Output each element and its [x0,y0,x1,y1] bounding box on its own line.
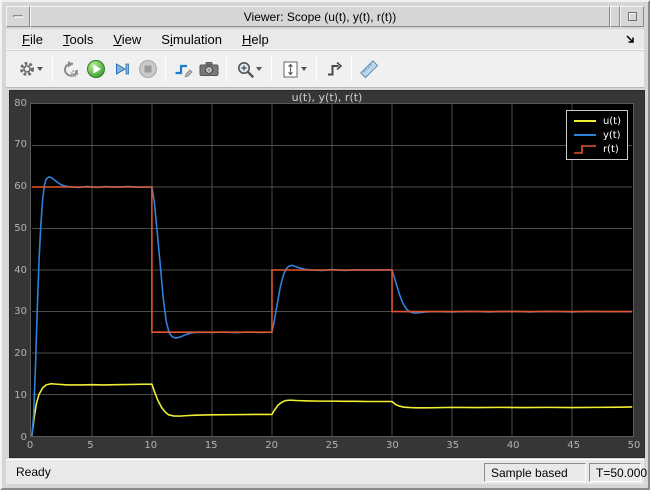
scope-display: u(t), y(t), r(t) 0 10 20 30 40 50 60 70 80 0 5 10 1… [9,90,645,458]
status-bar: Ready Sample based T=50.000 [6,459,647,484]
legend-item: u(t) [573,114,621,128]
maximize-icon [627,12,637,21]
x-tick-label: 30 [386,440,399,451]
legend-item: y(t) [573,128,621,142]
step-forward-icon [116,63,129,75]
x-tick-label: 15 [204,440,218,451]
dropdown-caret-icon [36,67,43,71]
y-tick-label: 50 [14,222,27,234]
legend-label: u(t) [602,115,621,127]
ruler-icon [360,60,379,79]
toolbar-separator [271,56,272,82]
menu-simulation[interactable]: Simulation [151,30,232,49]
toolbar-separator [226,56,227,82]
sample-mode-indicator: Sample based [484,463,586,482]
plot-svg[interactable] [30,103,634,437]
zoom-in-magnifier-icon [238,61,254,78]
x-tick-label: 10 [144,440,158,451]
legend-line-swatch [573,115,597,127]
x-tick-label: 40 [506,440,520,451]
y-tick-label: 40 [14,264,27,276]
legend-label: r(t) [602,143,619,155]
y-tick-label: 30 [14,306,27,318]
run-play-icon [87,60,105,78]
gear-icon [19,62,34,76]
step-back-icon [63,60,78,77]
dropdown-caret-icon [256,67,262,71]
step-back-button[interactable] [57,55,83,83]
x-tick-label: 25 [325,440,339,451]
x-tick-label: 20 [265,440,278,451]
window-menu-button[interactable] [6,6,30,27]
x-tick-label: 0 [26,440,34,451]
toolbar [6,50,644,88]
maximize-button[interactable] [620,6,644,27]
scope-viewer-window: Viewer: Scope (u(t), y(t), r(t)) File Too… [0,0,650,490]
legend[interactable]: u(t) y(t) r(t) [565,110,628,160]
menu-file[interactable]: File [12,30,53,49]
simulation-time-indicator: T=50.000 [589,463,647,482]
window-title: Viewer: Scope (u(t), y(t), r(t)) [30,6,610,27]
legend-label: y(t) [602,129,621,141]
stop-icon [139,60,157,78]
x-tick-label: 45 [567,440,580,451]
legend-line-swatch [573,129,597,141]
highlight-simulink-block-button[interactable] [170,55,196,83]
legend-item: r(t) [573,142,621,156]
toolbar-separator [165,56,166,82]
titlebar: Viewer: Scope (u(t), y(t), r(t)) [6,6,644,27]
trigger-signal-icon [327,61,342,76]
y-tick-label: 70 [14,139,27,151]
menu-bar-items: File Tools View Simulation Help [6,30,279,49]
scale-axes-button[interactable] [276,55,312,83]
menu-view[interactable]: View [103,30,151,49]
step-forward-button[interactable] [109,55,135,83]
zoom-button[interactable] [231,55,267,83]
settings-button[interactable] [12,55,48,83]
run-button[interactable] [83,55,109,83]
highlight-block-icon [175,64,193,78]
menu-overflow-arrow[interactable] [624,33,636,45]
toolbar-separator [351,56,352,82]
y-tick-label: 60 [14,181,27,192]
toolbar-separator [52,56,53,82]
menu-bar: File Tools View Simulation Help [6,29,644,50]
measurements-button[interactable] [356,55,382,83]
legend-step-swatch [573,143,597,155]
camera-icon [199,62,219,76]
y-tick-label: 20 [14,348,27,359]
stop-button[interactable] [135,55,161,83]
y-tick-label: 10 [14,389,27,401]
menu-help[interactable]: Help [232,30,279,49]
window-menu-icon [13,15,23,18]
status-message: Ready [16,465,51,479]
snapshot-button[interactable] [196,55,222,83]
dropdown-caret-icon [301,67,307,71]
x-tick-label: 5 [87,440,94,451]
toolbar-separator [316,56,317,82]
menu-tools[interactable]: Tools [53,30,103,49]
x-tick-label: 50 [627,440,641,451]
y-tick-label: 80 [14,97,27,109]
triggers-button[interactable] [321,55,347,83]
fit-to-view-icon [283,61,298,77]
titlebar-grip[interactable] [610,6,620,27]
x-tick-label: 35 [446,440,460,451]
arrow-southeast-icon [626,35,634,43]
